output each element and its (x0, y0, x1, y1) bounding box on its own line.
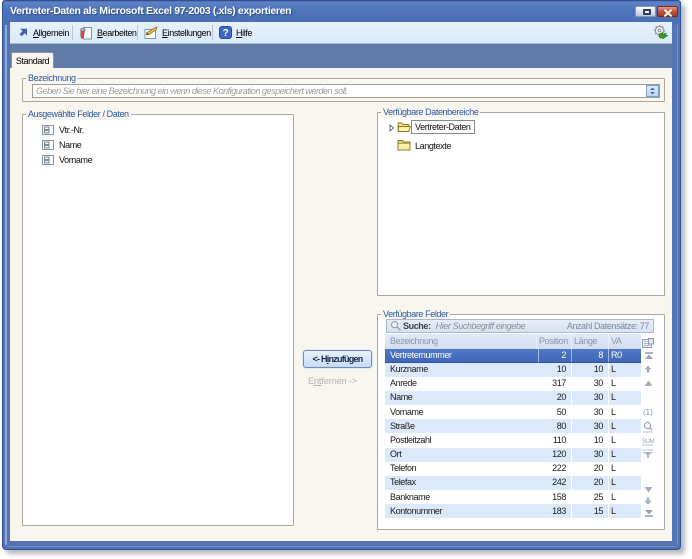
svg-text:SUM: SUM (642, 439, 654, 445)
svg-text:?: ? (223, 28, 229, 39)
